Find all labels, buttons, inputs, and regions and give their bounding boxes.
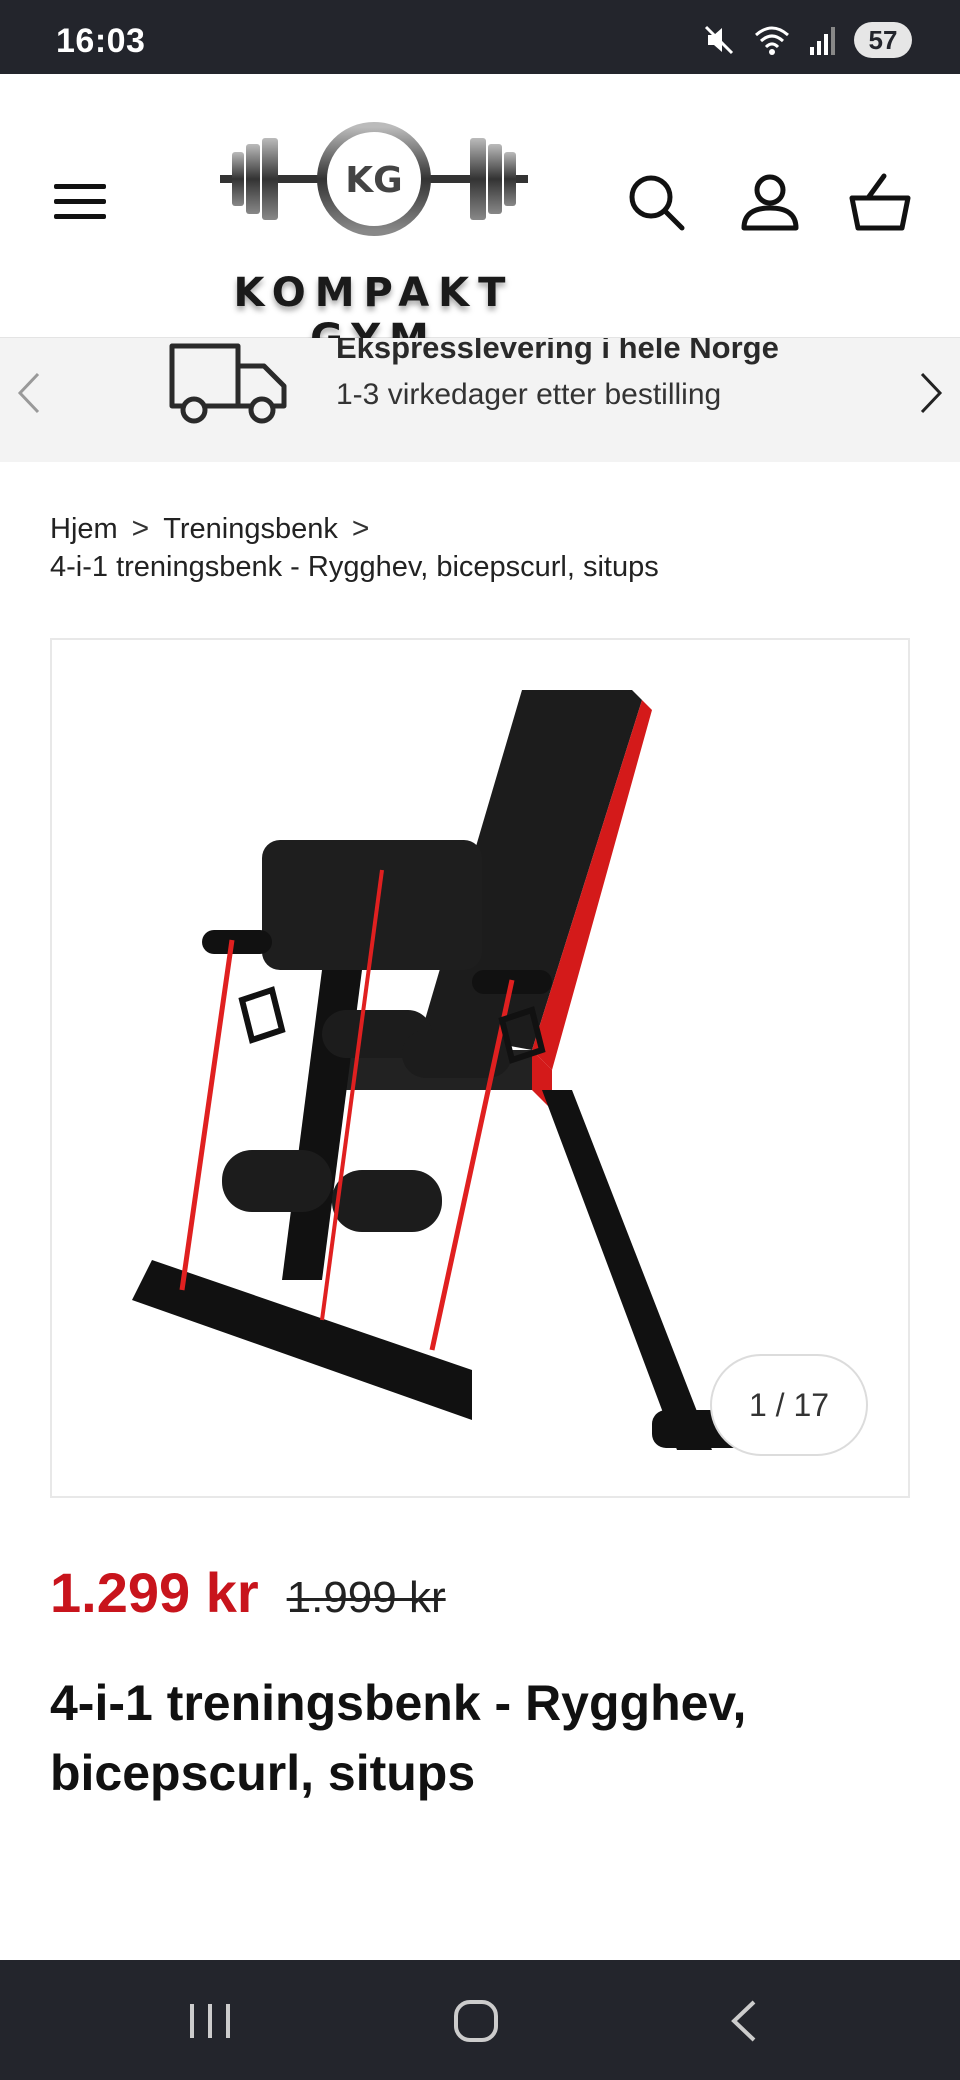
sale-price: 1.299 kr [50,1561,259,1624]
announcement-bar: Ekspresslevering i hele Norge 1-3 virked… [0,338,960,462]
status-time: 16:03 [56,22,146,60]
breadcrumb-link-home[interactable]: Hjem [50,510,118,548]
logo-barbell-icon: KG [220,122,528,236]
truck-icon [169,343,287,424]
product-image[interactable] [92,670,892,1470]
chevron-right-icon[interactable] [916,368,946,418]
announcement-subtitle: 1-3 virkedager etter bestilling [336,378,722,411]
system-nav-bar [0,1960,960,2080]
breadcrumb-separator: > [131,512,150,545]
battery-icon: 57 [854,22,912,58]
site-header: KG KOMPAKT GYM [0,74,960,362]
chevron-left-icon[interactable] [14,368,44,418]
home-icon[interactable] [446,1996,506,2046]
breadcrumb: Hjem > Treningsbenk > 4-i-1 treningsbenk… [50,510,930,586]
back-icon[interactable] [716,1996,776,2046]
announcement-title: Ekspresslevering i hele Norge [336,338,779,365]
breadcrumb-separator: > [351,512,370,545]
status-icons: 57 [702,22,912,58]
site-logo[interactable]: KG KOMPAKT GYM [164,94,584,362]
compare-at-price: 1.999 kr [286,1573,446,1622]
cart-icon[interactable] [848,170,912,234]
logo-initials: KG [345,160,402,201]
mute-icon [704,25,734,55]
price-row: 1.299 kr 1.999 kr [50,1560,446,1625]
search-icon[interactable] [624,170,688,234]
product-gallery[interactable]: 1 / 17 [50,638,910,1498]
status-bar: 16:03 57 [0,0,960,74]
gallery-counter: 1 / 17 [710,1354,868,1456]
account-icon[interactable] [738,170,802,234]
wifi-icon [755,26,789,55]
recent-apps-icon[interactable] [180,1996,240,2046]
signal-icon [810,27,835,55]
breadcrumb-current: 4-i-1 treningsbenk - Rygghev, bicepscurl… [50,551,659,583]
breadcrumb-link-category[interactable]: Treningsbenk [163,510,338,548]
menu-icon[interactable] [52,178,108,226]
product-title: 4-i-1 treningsbenk - Rygghev, bicepscurl… [50,1675,747,1801]
